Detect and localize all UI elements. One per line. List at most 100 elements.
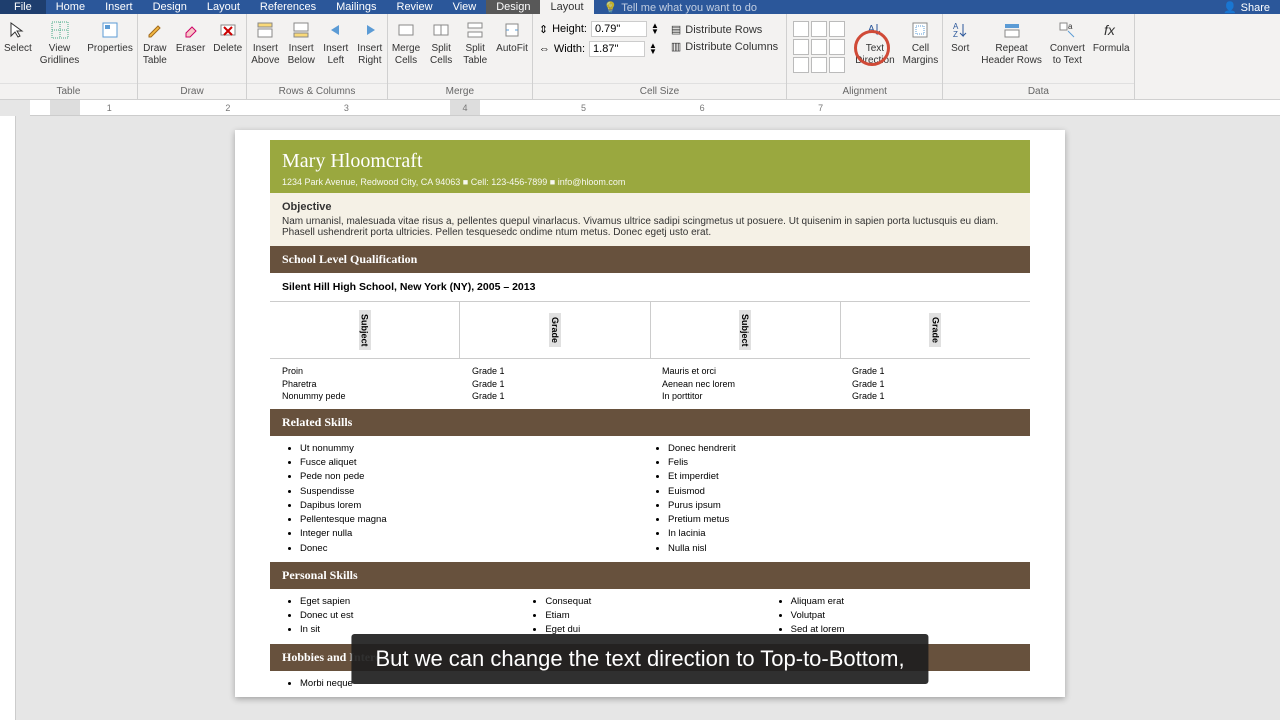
distribute-columns-button[interactable]: ▥ Distribute Columns bbox=[671, 40, 778, 53]
group-rows-cols-label: Rows & Columns bbox=[247, 83, 387, 99]
share-button[interactable]: 👤 Share bbox=[1223, 1, 1270, 14]
autofit-button[interactable]: AutoFit bbox=[492, 17, 532, 57]
vertical-ruler[interactable] bbox=[0, 116, 16, 720]
ruler-mark: 7 bbox=[818, 103, 823, 113]
align-top-center[interactable] bbox=[811, 21, 827, 37]
align-top-right[interactable] bbox=[829, 21, 845, 37]
tab-table-layout[interactable]: Layout bbox=[540, 0, 593, 14]
objective-section[interactable]: Objective Nam urnanisl, malesuada vitae … bbox=[270, 193, 1030, 246]
list-item: Pretium metus bbox=[668, 513, 1018, 527]
tab-review[interactable]: Review bbox=[387, 0, 443, 14]
eraser-label: Eraser bbox=[176, 43, 205, 55]
tab-view[interactable]: View bbox=[443, 0, 487, 14]
tab-layout[interactable]: Layout bbox=[197, 0, 250, 14]
align-middle-center[interactable] bbox=[811, 39, 827, 55]
insert-above-button[interactable]: Insert Above bbox=[247, 17, 283, 69]
list-item: Etiam bbox=[545, 609, 772, 623]
resume-contact[interactable]: 1234 Park Avenue, Redwood City, CA 94063… bbox=[282, 177, 1018, 187]
align-bottom-right[interactable] bbox=[829, 57, 845, 73]
align-bottom-left[interactable] bbox=[793, 57, 809, 73]
repeat-header-button[interactable]: Repeat Header Rows bbox=[977, 17, 1046, 69]
eraser-button[interactable]: Eraser bbox=[172, 17, 209, 57]
dist-rows-icon: ▤ bbox=[671, 23, 681, 36]
draw-table-button[interactable]: Draw Table bbox=[138, 17, 172, 69]
table-cell: In porttitor bbox=[662, 390, 828, 403]
grades-values-row[interactable]: Proin Pharetra Nonummy pede Grade 1 Grad… bbox=[270, 359, 1030, 409]
tell-me-search[interactable]: 💡 Tell me what you want to do bbox=[604, 1, 757, 14]
tab-mailings[interactable]: Mailings bbox=[326, 0, 386, 14]
tab-home[interactable]: Home bbox=[46, 0, 95, 14]
ribbon-body: Select View Gridlines Properties Table D… bbox=[0, 14, 1280, 100]
bulb-icon: 💡 bbox=[604, 1, 618, 14]
autofit-icon bbox=[501, 19, 523, 41]
related-skills-block[interactable]: Ut nonummyFusce aliquetPede non pedeSusp… bbox=[270, 436, 1030, 562]
repeat-header-label: Repeat Header Rows bbox=[981, 43, 1042, 67]
cell-margins-button[interactable]: Cell Margins bbox=[899, 17, 943, 69]
split-cells-icon bbox=[430, 19, 452, 41]
table-cell: Grade 1 bbox=[472, 390, 638, 403]
width-input[interactable] bbox=[589, 41, 645, 57]
view-gridlines-button[interactable]: View Gridlines bbox=[36, 17, 83, 69]
resume-header: Mary Hloomcraft 1234 Park Avenue, Redwoo… bbox=[270, 140, 1030, 193]
grades-header-row[interactable]: Subject Grade Subject Grade bbox=[270, 301, 1030, 359]
sort-label: Sort bbox=[951, 43, 969, 55]
cursor-icon bbox=[7, 19, 29, 41]
group-cell-size-label: Cell Size bbox=[533, 83, 786, 99]
list-item: Donec hendrerit bbox=[668, 442, 1018, 456]
delete-icon bbox=[217, 19, 239, 41]
group-draw-label: Draw bbox=[138, 83, 246, 99]
list-item: Ut nonummy bbox=[300, 442, 650, 456]
insert-right-button[interactable]: Insert Right bbox=[353, 17, 387, 69]
align-bottom-center[interactable] bbox=[811, 57, 827, 73]
insert-above-label: Insert Above bbox=[251, 43, 279, 67]
height-input[interactable] bbox=[591, 21, 647, 37]
tab-design[interactable]: Design bbox=[143, 0, 197, 14]
tab-table-design[interactable]: Design bbox=[486, 0, 540, 14]
school-line[interactable]: Silent Hill High School, New York (NY), … bbox=[270, 273, 1030, 301]
share-label: Share bbox=[1241, 2, 1270, 14]
resume-name[interactable]: Mary Hloomcraft bbox=[282, 150, 1018, 173]
list-item: Consequat bbox=[545, 595, 772, 609]
spinner-icon[interactable]: ▲▼ bbox=[651, 23, 659, 34]
properties-button[interactable]: Properties bbox=[83, 17, 137, 57]
split-table-icon bbox=[464, 19, 486, 41]
group-merge-label: Merge bbox=[388, 83, 532, 99]
horizontal-ruler[interactable]: 1 2 3 4 5 6 7 bbox=[30, 100, 1280, 116]
col-header-grade: Grade bbox=[929, 313, 941, 347]
list-item: Dapibus lorem bbox=[300, 499, 650, 513]
skills-list: Aliquam eratVolutpatSed at lorem bbox=[773, 595, 1018, 638]
tab-references[interactable]: References bbox=[250, 0, 326, 14]
align-top-left[interactable] bbox=[793, 21, 809, 37]
insert-below-button[interactable]: Insert Below bbox=[284, 17, 319, 69]
section-qualification[interactable]: School Level Qualification bbox=[270, 246, 1030, 273]
tab-insert[interactable]: Insert bbox=[95, 0, 143, 14]
split-table-button[interactable]: Split Table bbox=[458, 17, 492, 69]
insert-left-button[interactable]: Insert Left bbox=[319, 17, 353, 69]
text-direction-button[interactable]: A Text Direction bbox=[851, 17, 898, 69]
group-table-label: Table bbox=[0, 83, 137, 99]
list-item: Et imperdiet bbox=[668, 470, 1018, 484]
tab-file[interactable]: File bbox=[0, 0, 46, 14]
formula-button[interactable]: fx Formula bbox=[1089, 17, 1134, 57]
formula-label: Formula bbox=[1093, 43, 1130, 55]
group-alignment: A Text Direction Cell Margins Alignment bbox=[787, 14, 943, 99]
align-middle-right[interactable] bbox=[829, 39, 845, 55]
group-merge: Merge Cells Split Cells Split Table Auto… bbox=[388, 14, 533, 99]
section-personal-skills[interactable]: Personal Skills bbox=[270, 562, 1030, 589]
repeat-header-icon bbox=[1001, 19, 1023, 41]
align-middle-left[interactable] bbox=[793, 39, 809, 55]
spinner-icon[interactable]: ▲▼ bbox=[649, 43, 657, 54]
insert-left-label: Insert Left bbox=[323, 43, 348, 67]
alignment-grid bbox=[793, 21, 845, 73]
select-button[interactable]: Select bbox=[0, 17, 36, 57]
insert-below-label: Insert Below bbox=[288, 43, 315, 67]
section-related-skills[interactable]: Related Skills bbox=[270, 409, 1030, 436]
convert-text-button[interactable]: a Convert to Text bbox=[1046, 17, 1089, 69]
distribute-rows-button[interactable]: ▤ Distribute Rows bbox=[671, 23, 778, 36]
autofit-label: AutoFit bbox=[496, 43, 528, 55]
split-cells-button[interactable]: Split Cells bbox=[424, 17, 458, 69]
insert-above-icon bbox=[254, 19, 276, 41]
merge-cells-button[interactable]: Merge Cells bbox=[388, 17, 424, 69]
delete-button[interactable]: Delete bbox=[209, 17, 246, 57]
sort-button[interactable]: AZ Sort bbox=[943, 17, 977, 57]
